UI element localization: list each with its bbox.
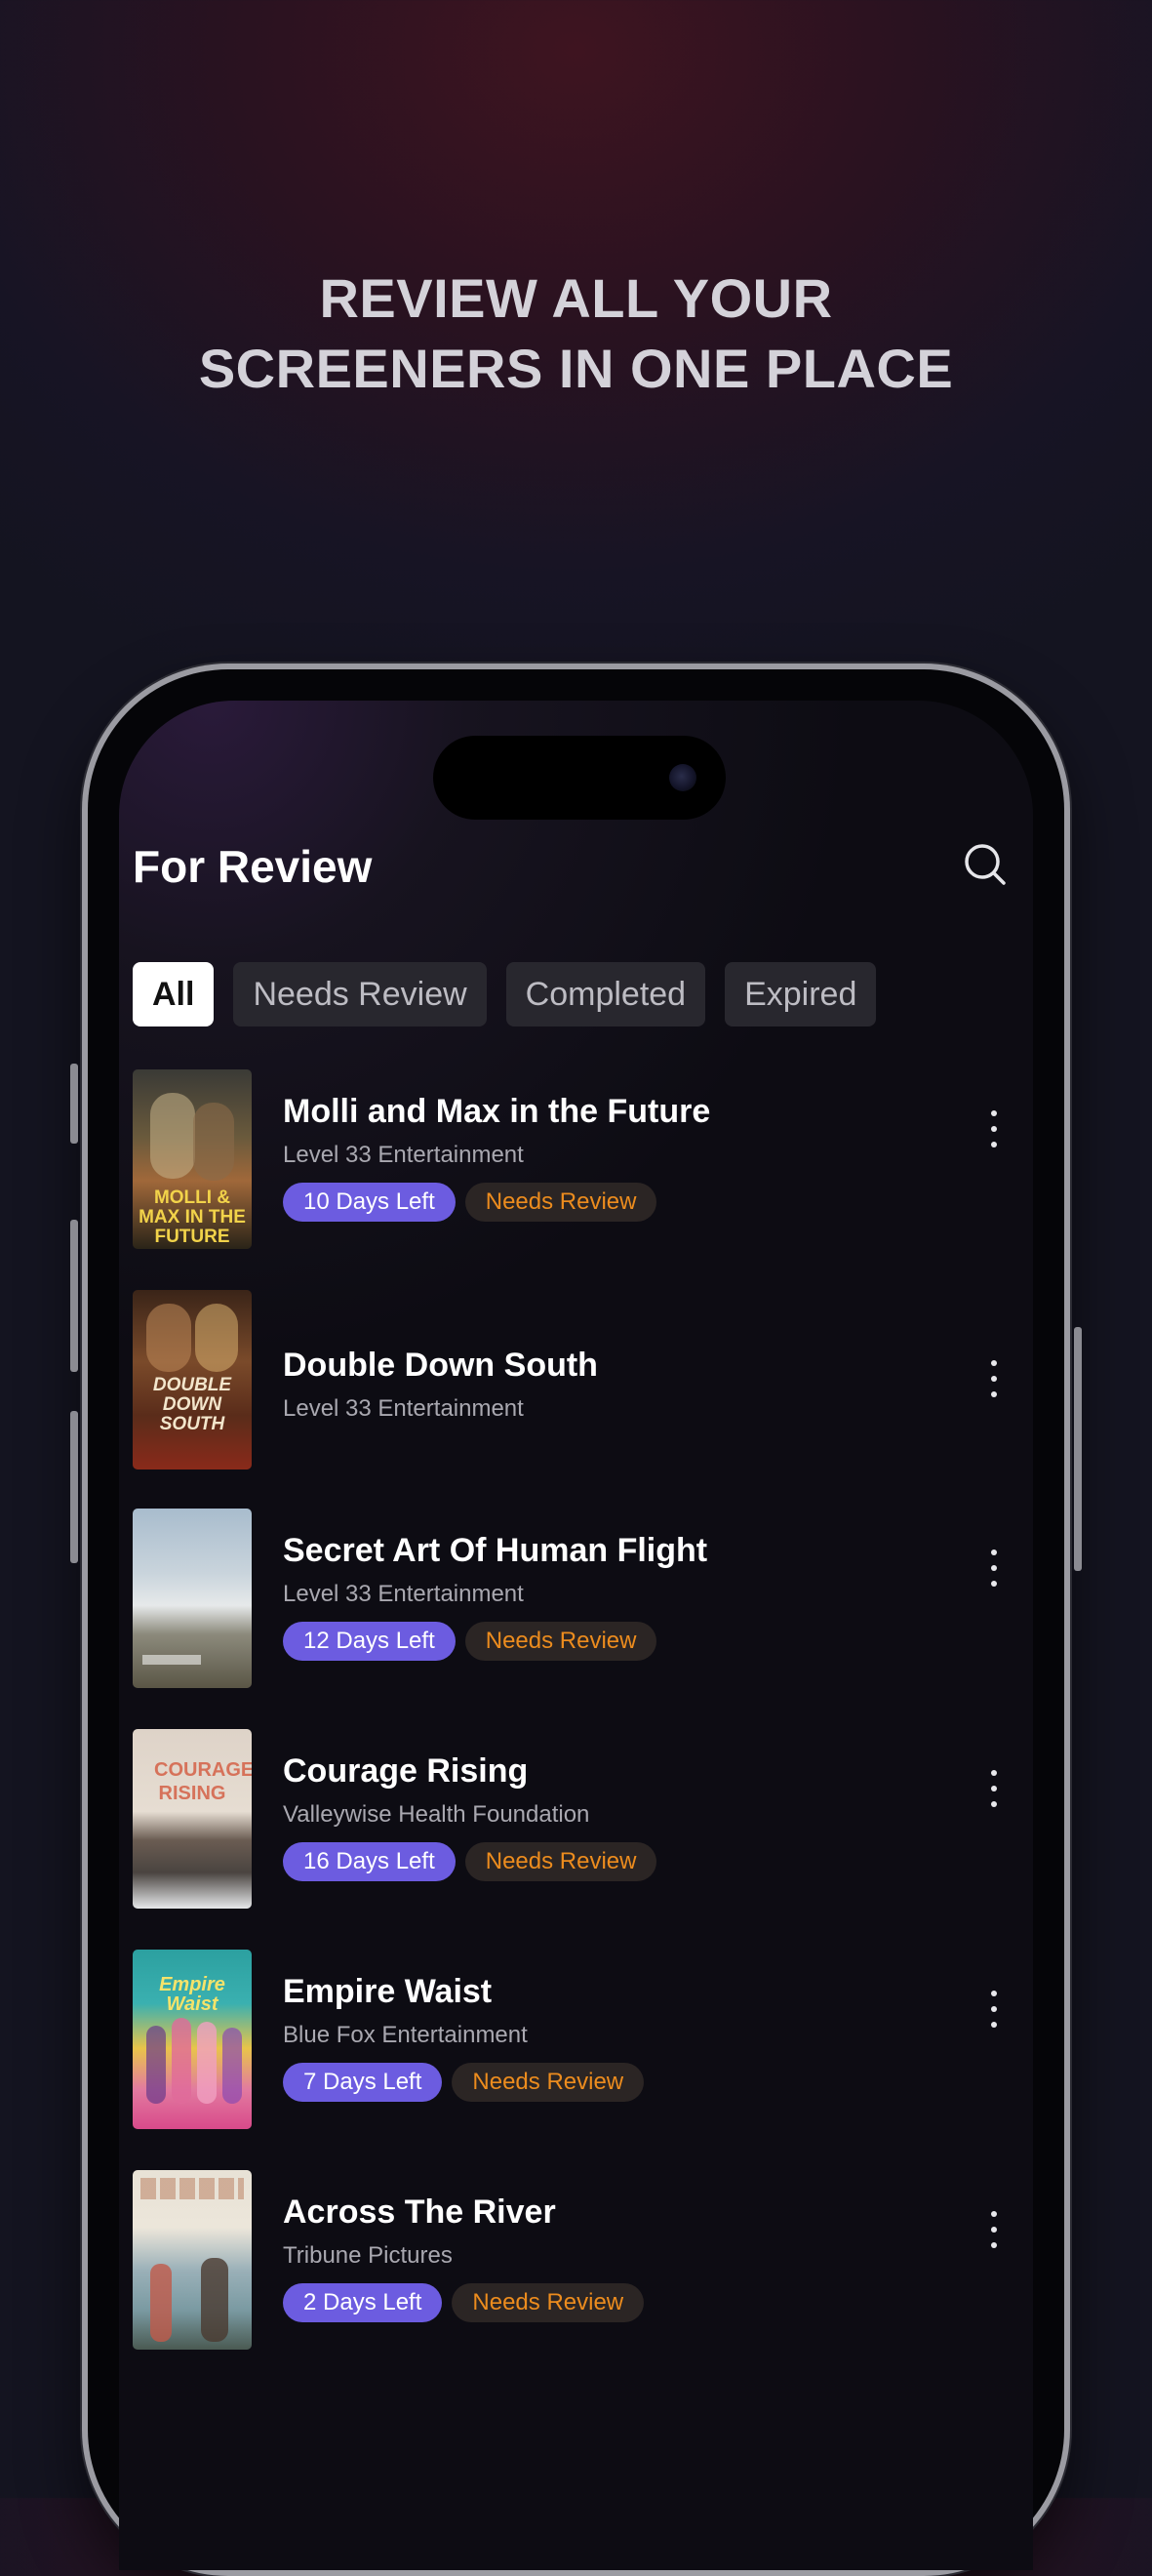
item-badges: 16 Days Left Needs Review xyxy=(283,1842,657,1881)
item-title: Courage Rising xyxy=(283,1752,529,1790)
days-left-badge: 12 Days Left xyxy=(283,1622,456,1661)
days-left-badge: 10 Days Left xyxy=(283,1183,456,1222)
front-camera xyxy=(669,764,696,791)
list-item[interactable]: Secret Art Of Human Flight Level 33 Ente… xyxy=(133,1509,1033,1690)
phone-power-button xyxy=(1074,1327,1082,1571)
list-item[interactable]: Empire Waist Empire Waist Blue Fox Enter… xyxy=(133,1950,1033,2131)
item-studio: Level 33 Entertainment xyxy=(283,1395,524,1422)
list-item[interactable]: COURAGE RISING Courage Rising Valleywise… xyxy=(133,1729,1033,1911)
filter-tabs: All Needs Review Completed Expired xyxy=(133,962,877,1026)
filter-expired[interactable]: Expired xyxy=(725,962,877,1026)
item-badges: 2 Days Left Needs Review xyxy=(283,2283,645,2322)
item-title: Molli and Max in the Future xyxy=(283,1093,711,1130)
poster-courage-rising: COURAGE RISING xyxy=(133,1729,252,1909)
app-screen: For Review All Needs Review Completed Ex… xyxy=(119,701,1033,2570)
poster-across-the-river xyxy=(133,2170,252,2350)
poster-molli-and-max: MOLLI & MAX IN THE FUTURE xyxy=(133,1069,252,1249)
poster-title-text: COURAGE RISING xyxy=(154,1759,252,1804)
list-item[interactable]: MOLLI & MAX IN THE FUTURE Molli and Max … xyxy=(133,1069,1033,1251)
list-item[interactable]: Across The River Tribune Pictures 2 Days… xyxy=(133,2170,1033,2352)
phone-bezel: For Review All Needs Review Completed Ex… xyxy=(88,669,1064,2570)
days-left-badge: 2 Days Left xyxy=(283,2283,443,2322)
filter-completed[interactable]: Completed xyxy=(505,962,706,1026)
phone-volume-down-button xyxy=(70,1411,78,1563)
list-item[interactable]: DOUBLE DOWN SOUTH Double Down South Leve… xyxy=(133,1290,1033,1469)
status-badge: Needs Review xyxy=(452,2063,645,2102)
item-title: Double Down South xyxy=(283,1347,598,1384)
filter-needs-review[interactable]: Needs Review xyxy=(233,962,487,1026)
search-icon[interactable] xyxy=(958,837,1013,892)
item-studio: Level 33 Entertainment xyxy=(283,1581,524,1607)
item-badges: 10 Days Left Needs Review xyxy=(283,1183,657,1222)
marketing-headline: REVIEW ALL YOUR SCREENERS IN ONE PLACE xyxy=(0,263,1152,404)
phone-action-button xyxy=(70,1064,78,1144)
status-badge: Needs Review xyxy=(464,1622,657,1661)
more-options-icon[interactable] xyxy=(979,1105,1009,1153)
phone-frame: For Review All Needs Review Completed Ex… xyxy=(70,664,1082,2576)
item-studio: Tribune Pictures xyxy=(283,2242,453,2269)
screener-list: MOLLI & MAX IN THE FUTURE Molli and Max … xyxy=(133,1069,1033,2391)
item-studio: Valleywise Health Foundation xyxy=(283,1801,590,1828)
item-studio: Blue Fox Entertainment xyxy=(283,2022,528,2048)
dynamic-island xyxy=(433,736,726,820)
page-title: For Review xyxy=(133,841,373,892)
poster-title-text: DOUBLE DOWN SOUTH xyxy=(152,1375,232,1434)
more-options-icon[interactable] xyxy=(979,1354,1009,1403)
days-left-badge: 16 Days Left xyxy=(283,1842,456,1881)
item-studio: Level 33 Entertainment xyxy=(283,1142,524,1168)
item-title: Across The River xyxy=(283,2194,556,2231)
poster-title-text: Empire Waist xyxy=(159,1974,225,2015)
status-badge: Needs Review xyxy=(464,1842,657,1881)
item-badges: 12 Days Left Needs Review xyxy=(283,1622,657,1661)
poster-secret-art-of-human-flight xyxy=(133,1509,252,1688)
item-badges: 7 Days Left Needs Review xyxy=(283,2063,645,2102)
item-title: Secret Art Of Human Flight xyxy=(283,1532,708,1569)
more-options-icon[interactable] xyxy=(979,1544,1009,1592)
days-left-badge: 7 Days Left xyxy=(283,2063,443,2102)
poster-double-down-south: DOUBLE DOWN SOUTH xyxy=(133,1290,252,1469)
more-options-icon[interactable] xyxy=(979,1985,1009,2033)
poster-empire-waist: Empire Waist xyxy=(133,1950,252,2129)
headline-line-2: SCREENERS IN ONE PLACE xyxy=(198,338,954,399)
headline-line-1: REVIEW ALL YOUR xyxy=(319,267,833,329)
status-badge: Needs Review xyxy=(464,1183,657,1222)
phone-volume-up-button xyxy=(70,1220,78,1372)
filter-all[interactable]: All xyxy=(133,962,215,1026)
more-options-icon[interactable] xyxy=(979,2205,1009,2254)
more-options-icon[interactable] xyxy=(979,1764,1009,1813)
item-title: Empire Waist xyxy=(283,1973,493,2010)
status-badge: Needs Review xyxy=(452,2283,645,2322)
poster-title-text: MOLLI & MAX IN THE FUTURE xyxy=(139,1187,246,1247)
